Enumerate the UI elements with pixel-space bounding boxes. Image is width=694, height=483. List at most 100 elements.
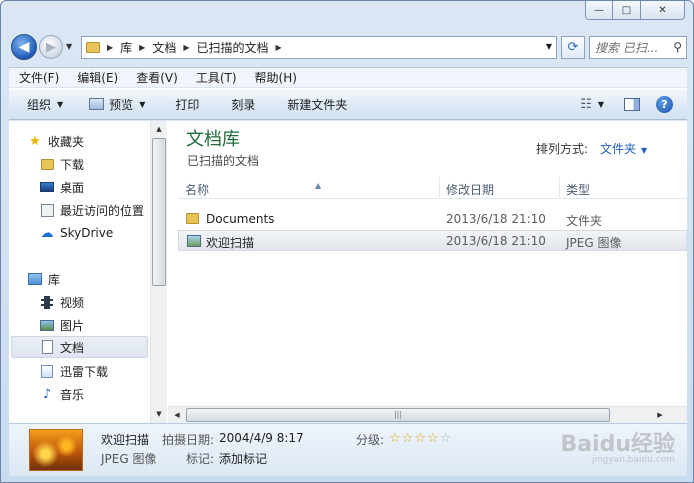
organize-button[interactable]: 组织 ▼: [9, 89, 73, 119]
sidebar-scrollbar[interactable]: ▲ ▼: [150, 121, 167, 423]
recent-places-icon: [39, 202, 55, 218]
history-dropdown-icon[interactable]: ▼: [66, 42, 72, 51]
breadcrumb-separator-icon[interactable]: ▶: [139, 43, 145, 52]
content-area: ★ 收藏夹 下载 桌面 最近访问的位置 ☁ SkyDrive 库 视频 图片 文…: [9, 121, 687, 424]
preview-pane-icon[interactable]: [624, 97, 640, 111]
file-name: Documents: [206, 212, 275, 226]
column-header-modified[interactable]: 修改日期: [446, 181, 494, 198]
arrange-by-dropdown[interactable]: 文件夹 ▼: [600, 140, 647, 157]
library-title: 文档库: [186, 129, 240, 150]
sidebar-item-label: 文档: [60, 340, 85, 355]
menu-tools[interactable]: 工具(T): [186, 69, 245, 86]
picture-icon: [39, 317, 55, 333]
chevron-down-icon[interactable]: ▼: [598, 100, 604, 109]
column-header-name[interactable]: 名称: [185, 181, 209, 198]
close-button[interactable]: ✕: [641, 1, 685, 20]
menu-edit[interactable]: 编辑(E): [67, 69, 126, 86]
details-pane: 欢迎扫描 JPEG 图像 拍摄日期: 2004/4/9 8:17 标记: 添加标…: [9, 423, 687, 476]
date-taken-label: 拍摄日期:: [162, 433, 215, 447]
arrange-by-value: 文件夹: [600, 142, 637, 156]
breadcrumb-library[interactable]: 库: [120, 39, 132, 56]
breadcrumb-scanned-documents[interactable]: 已扫描的文档: [197, 39, 269, 56]
star-icon[interactable]: ☆: [414, 431, 427, 446]
sidebar-item-label: 迅雷下载: [60, 364, 109, 379]
sidebar-item-label: SkyDrive: [60, 226, 114, 240]
scrollbar-thumb[interactable]: |||: [186, 408, 610, 422]
maximize-button[interactable]: □: [613, 1, 641, 20]
column-divider[interactable]: [439, 177, 440, 199]
back-button[interactable]: ◀: [11, 34, 37, 60]
column-header-type[interactable]: 类型: [566, 181, 590, 198]
rating-stars[interactable]: ☆☆☆☆☆: [389, 431, 452, 446]
chevron-down-icon: ▼: [641, 146, 648, 155]
star-icon[interactable]: ☆: [440, 431, 453, 446]
sort-ascending-icon: ▲: [315, 181, 322, 190]
menu-file[interactable]: 文件(F): [9, 69, 67, 86]
star-icon[interactable]: ☆: [427, 431, 440, 446]
sidebar-item-libraries[interactable]: 库: [27, 268, 167, 290]
library-icon: [27, 271, 43, 287]
music-icon: ♪: [42, 386, 52, 402]
horizontal-scrollbar[interactable]: ◀ ||| ▶: [168, 406, 687, 424]
column-divider[interactable]: [559, 177, 560, 199]
star-icon[interactable]: ☆: [402, 431, 415, 446]
scroll-up-icon[interactable]: ▲: [151, 121, 167, 137]
menu-view[interactable]: 查看(V): [126, 69, 186, 86]
star-icon[interactable]: ☆: [389, 431, 402, 446]
address-bar[interactable]: ▶ 库 ▶ 文档 ▶ 已扫描的文档 ▶ ▼: [81, 36, 557, 59]
refresh-button[interactable]: ⟳: [561, 36, 585, 59]
file-row[interactable]: Documents 2013/6/18 21:10 文件夹: [178, 209, 687, 230]
navigation-bar: ◀ ▶ ▼ ▶ 库 ▶ 文档 ▶ 已扫描的文档 ▶ ▼ ⟳ 搜索 已扫... ⚲: [9, 32, 687, 62]
breadcrumb-separator-icon[interactable]: ▶: [183, 43, 189, 52]
preview-icon: [89, 98, 105, 110]
library-subtitle: 已扫描的文档: [187, 154, 260, 168]
menu-bar: 文件(F) 编辑(E) 查看(V) 工具(T) 帮助(H): [9, 67, 687, 87]
file-type: 文件夹: [566, 214, 603, 228]
explorer-window: — □ ✕ ◀ ▶ ▼ ▶ 库 ▶ 文档 ▶ 已扫描的文档 ▶ ▼ ⟳ 搜索 已…: [0, 0, 694, 483]
breadcrumb-documents[interactable]: 文档: [152, 39, 176, 56]
file-list-pane: 文档库 已扫描的文档 排列方式: 文件夹 ▼ ▲ 名称 修改日期 类型 Docum…: [168, 121, 687, 424]
organize-label: 组织: [27, 97, 52, 112]
search-icon[interactable]: ⚲: [673, 40, 682, 54]
document-icon: [39, 339, 55, 355]
file-modified: 2013/6/18 21:10: [446, 234, 546, 248]
menu-help[interactable]: 帮助(H): [245, 69, 305, 86]
navigation-pane: ★ 收藏夹 下载 桌面 最近访问的位置 ☁ SkyDrive 库 视频 图片 文…: [9, 121, 167, 423]
new-folder-button[interactable]: 新建文件夹: [277, 89, 357, 119]
image-thumbnail: [29, 429, 83, 471]
toolbar-right: ☷ ▼ ?: [580, 89, 687, 119]
watermark-logo: Baidu经验: [560, 432, 675, 457]
sidebar-item-label: 下载: [60, 157, 85, 172]
view-options-icon[interactable]: ☷: [580, 97, 592, 112]
caption-buttons: — □ ✕: [585, 1, 685, 20]
help-icon[interactable]: ?: [656, 95, 673, 113]
arrange-by-label: 排列方式:: [536, 142, 589, 156]
tags-value[interactable]: 添加标记: [219, 450, 267, 467]
file-row[interactable]: 欢迎扫描 2013/6/18 21:10 JPEG 图像: [178, 230, 687, 251]
details-file-type: JPEG 图像: [101, 452, 157, 466]
scrollbar-thumb[interactable]: [152, 138, 166, 286]
sidebar-item-favorites[interactable]: ★ 收藏夹: [27, 130, 167, 152]
sidebar-item-documents[interactable]: 文档: [11, 336, 148, 358]
cloud-icon: ☁: [40, 225, 54, 241]
scroll-right-icon[interactable]: ▶: [652, 408, 668, 422]
burn-button[interactable]: 刻录: [221, 89, 265, 119]
image-icon: [187, 235, 201, 247]
date-taken-value: 2004/4/9 8:17: [219, 431, 304, 445]
details-file-name: 欢迎扫描: [101, 433, 150, 447]
scroll-left-icon[interactable]: ◀: [169, 408, 185, 422]
folder-icon: [39, 156, 55, 172]
scroll-down-icon[interactable]: ▼: [151, 406, 167, 422]
print-button[interactable]: 打印: [165, 89, 209, 119]
breadcrumb-separator-icon[interactable]: ▶: [276, 43, 282, 52]
breadcrumb-separator-icon[interactable]: ▶: [107, 43, 113, 52]
address-dropdown-icon[interactable]: ▼: [546, 42, 552, 51]
preview-button[interactable]: 预览 ▼: [79, 89, 155, 119]
video-icon: [39, 294, 55, 310]
sidebar-item-label: 桌面: [60, 180, 85, 195]
column-header-row: ▲ 名称 修改日期 类型: [178, 177, 687, 199]
chevron-down-icon: ▼: [139, 99, 146, 109]
search-input[interactable]: 搜索 已扫... ⚲: [589, 36, 687, 59]
minimize-button[interactable]: —: [585, 1, 613, 20]
forward-button[interactable]: ▶: [39, 35, 63, 59]
